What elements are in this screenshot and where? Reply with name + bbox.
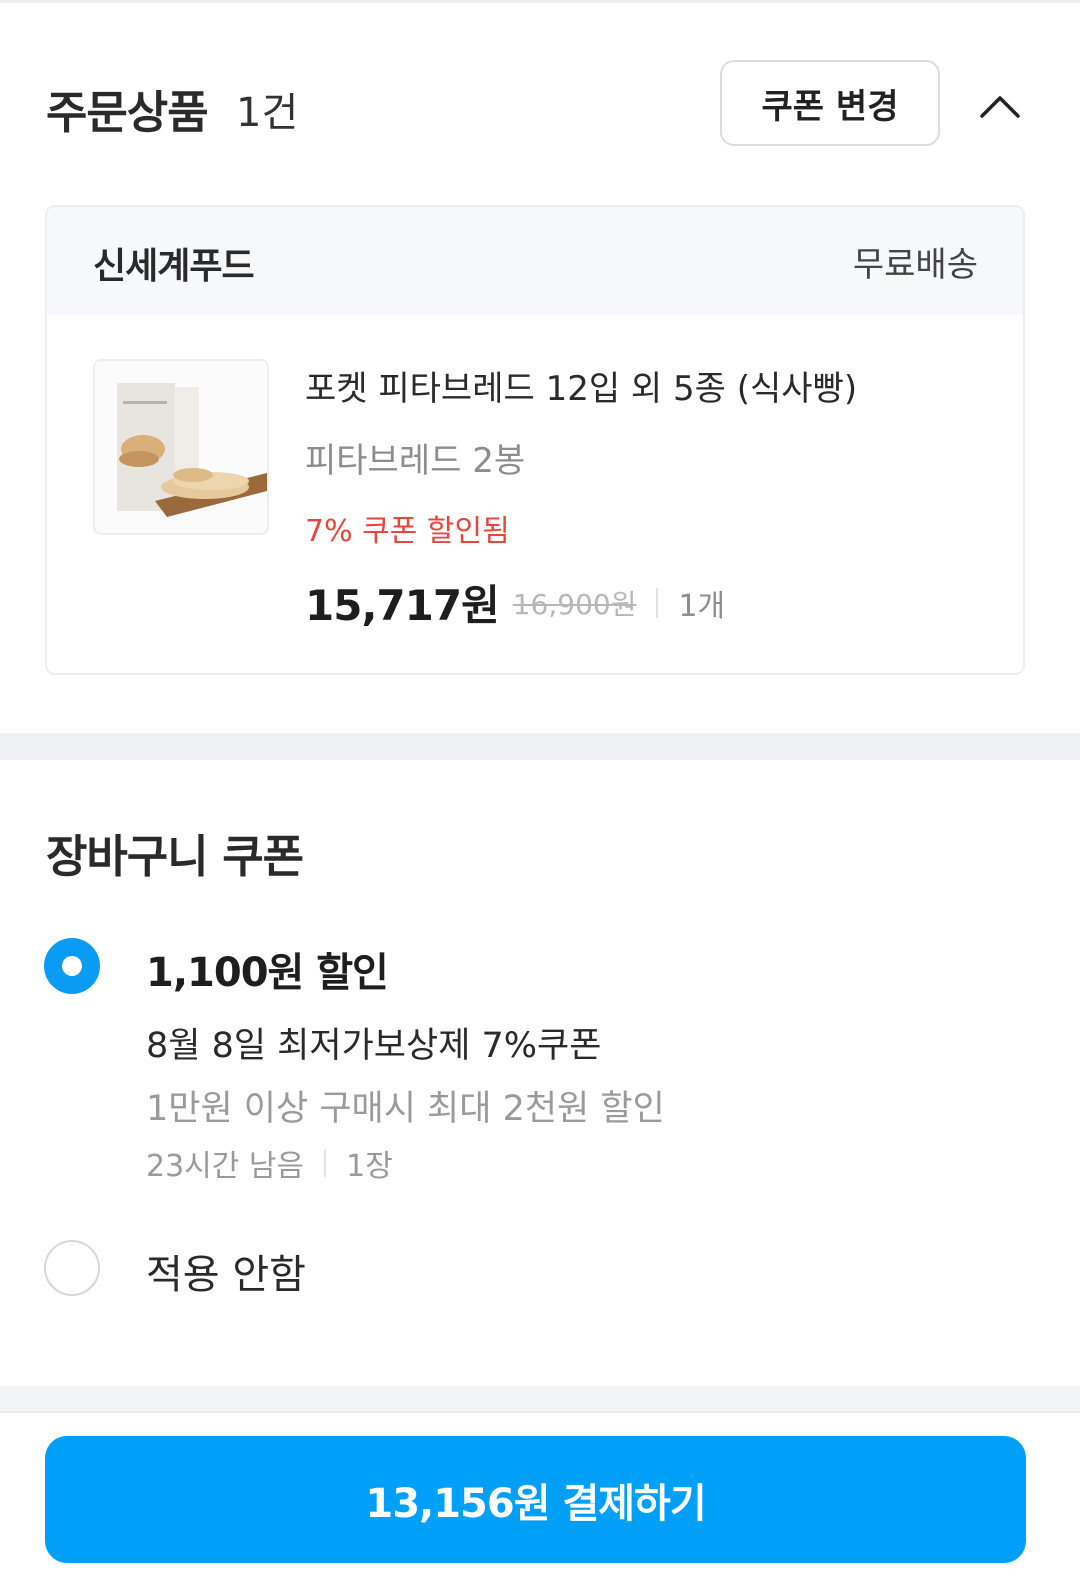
seller-card: 신세계푸드 무료배송 포켓 피타브레드 12입 외 5종 (식사빵) 피타브레드… [45, 205, 1025, 675]
coupon-radio-selected[interactable] [44, 938, 100, 994]
top-divider [0, 0, 1080, 3]
pay-button[interactable]: 13,156원 결제하기 [45, 1436, 1026, 1563]
coupon-meta: 23시간 남음 1장 [146, 1141, 393, 1185]
original-price: 16,900원 [512, 587, 637, 621]
shipping-label: 무료배송 [852, 245, 978, 285]
chevron-up-icon[interactable] [978, 84, 1022, 128]
coupon-condition: 1만원 이상 구매시 최대 2천원 할인 [146, 1089, 665, 1129]
coupon-quantity: 1장 [346, 1149, 393, 1184]
price-row: 15,717원 16,900원 1개 [305, 572, 725, 633]
no-apply-label[interactable]: 적용 안함 [146, 1242, 306, 1300]
seller-header: 신세계푸드 무료배송 [47, 207, 1023, 315]
bottom-divider [0, 1386, 1080, 1413]
order-header: 주문상품 1건 쿠폰 변경 [46, 60, 1036, 150]
cart-coupon-title: 장바구니 쿠폰 [46, 830, 304, 883]
coupon-name: 8월 8일 최저가보상제 7%쿠폰 [146, 1026, 602, 1066]
coupon-change-button[interactable]: 쿠폰 변경 [720, 60, 940, 146]
product-name[interactable]: 포켓 피타브레드 12입 외 5종 (식사빵) [305, 361, 857, 410]
quantity: 1개 [678, 588, 726, 624]
product-option: 피타브레드 2봉 [305, 441, 526, 481]
no-apply-radio[interactable] [44, 1240, 100, 1296]
product-discount-note: 7% 쿠폰 할인됨 [305, 514, 510, 549]
coupon-remaining-time: 23시간 남음 [146, 1149, 305, 1184]
meta-divider [324, 1149, 327, 1177]
coupon-amount[interactable]: 1,100원 할인 [146, 940, 389, 998]
price-divider [656, 587, 659, 618]
order-count: 1건 [236, 90, 299, 136]
product-image[interactable] [93, 359, 269, 535]
seller-name: 신세계푸드 [93, 246, 255, 287]
final-price: 15,717원 [305, 581, 500, 630]
order-title: 주문상품 [46, 86, 209, 139]
section-divider [0, 733, 1080, 760]
